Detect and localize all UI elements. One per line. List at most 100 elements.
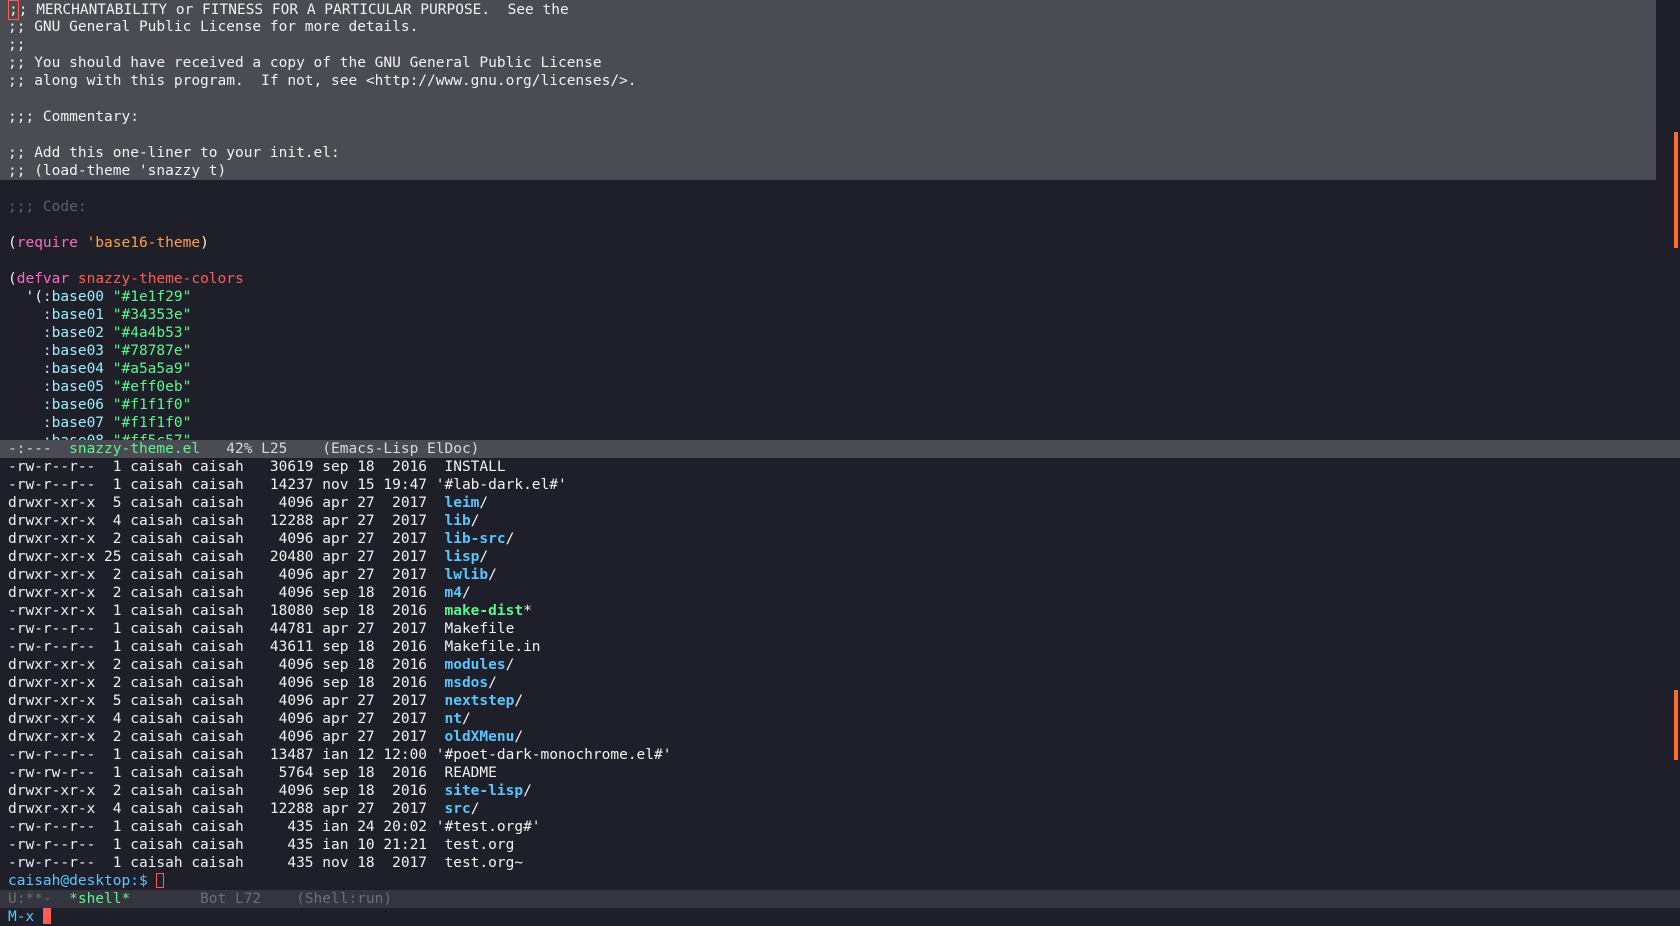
listing-filename[interactable]: oldXMenu	[436, 729, 514, 745]
code-line[interactable]: :base07 "#f1f1f0"	[0, 414, 1656, 432]
shell-modeline-buffer-name[interactable]: *shell*	[69, 891, 130, 907]
code-line[interactable]	[0, 90, 1656, 108]
listing-filename[interactable]: lib	[436, 513, 470, 529]
code-token: :base04	[42, 361, 105, 377]
listing-filename[interactable]: site-lisp	[436, 783, 523, 799]
code-window[interactable]: ;; MERCHANTABILITY or FITNESS FOR A PART…	[0, 0, 1680, 440]
listing-filename[interactable]: test.org~	[436, 855, 523, 871]
listing-row: -rw-r--r-- 1 caisah caisah 14237 nov 15 …	[0, 476, 1656, 494]
shell-prompt-line[interactable]: caisah@desktop:$	[0, 872, 1656, 890]
code-line[interactable]: ;; along with this program. If not, see …	[0, 72, 1656, 90]
listing-filename[interactable]: '#test.org#'	[436, 819, 541, 835]
code-modeline-modes[interactable]: (Emacs-Lisp ElDoc)	[322, 441, 479, 457]
listing-meta: drwxr-xr-x 2 caisah caisah 4096 apr 27 2…	[8, 531, 436, 547]
listing-meta: drwxr-xr-x 2 caisah caisah 4096 apr 27 2…	[8, 567, 436, 583]
listing-filename[interactable]: leim	[436, 495, 479, 511]
code-line[interactable]: ;;	[0, 36, 1656, 54]
shell-scrollbar[interactable]	[1674, 690, 1678, 760]
code-line[interactable]: ;;; Code:	[0, 198, 1656, 216]
code-line[interactable]	[0, 216, 1656, 234]
code-line[interactable]: :base02 "#4a4b53"	[0, 324, 1656, 342]
listing-filename[interactable]: Makefile.in	[436, 639, 540, 655]
listing-meta: drwxr-xr-x 2 caisah caisah 4096 sep 18 2…	[8, 675, 436, 691]
code-line[interactable]: :base06 "#f1f1f0"	[0, 396, 1656, 414]
listing-filename[interactable]: modules	[436, 657, 505, 673]
code-line[interactable]: :base03 "#78787e"	[0, 342, 1656, 360]
code-line[interactable]	[0, 126, 1656, 144]
code-line[interactable]: :base01 "#34353e"	[0, 306, 1656, 324]
minibuffer[interactable]: M-x	[0, 908, 1680, 926]
listing-row: -rw-rw-r-- 1 caisah caisah 5764 sep 18 2…	[0, 764, 1656, 782]
code-line[interactable]: :base04 "#a5a5a9"	[0, 360, 1656, 378]
listing-filename[interactable]: lisp	[436, 549, 479, 565]
code-line[interactable]: ;; MERCHANTABILITY or FITNESS FOR A PART…	[0, 0, 1656, 20]
code-line[interactable]: (defvar snazzy-theme-colors	[0, 270, 1656, 288]
listing-filename[interactable]: lib-src	[436, 531, 505, 547]
listing-suffix: /	[461, 711, 471, 727]
code-token: :base00	[42, 289, 105, 305]
listing-filename[interactable]: make-dist	[436, 603, 523, 619]
listing-filename[interactable]: nt	[436, 711, 461, 727]
listing-filename[interactable]: msdos	[436, 675, 488, 691]
listing-filename[interactable]: '#lab-dark.el#'	[436, 477, 567, 493]
code-line[interactable]	[0, 180, 1656, 198]
listing-row: -rw-r--r-- 1 caisah caisah 30619 sep 18 …	[0, 458, 1656, 476]
listing-meta: -rw-r--r-- 1 caisah caisah 14237 nov 15 …	[8, 477, 436, 493]
code-line[interactable]: (require 'base16-theme)	[0, 234, 1656, 252]
listing-filename[interactable]: m4	[436, 585, 461, 601]
code-line[interactable]: ;; You should have received a copy of th…	[0, 54, 1656, 72]
listing-suffix: /	[505, 531, 515, 547]
code-line[interactable]: :base08 "#ff5c57"	[0, 432, 1656, 440]
code-token: :base02	[42, 325, 105, 341]
listing-meta: -rwxr-xr-x 1 caisah caisah 18080 sep 18 …	[8, 603, 436, 619]
listing-filename[interactable]: test.org	[436, 837, 514, 853]
code-line[interactable]	[0, 252, 1656, 270]
listing-filename[interactable]: lwlib	[436, 567, 488, 583]
code-line[interactable]: ;;; Commentary:	[0, 108, 1656, 126]
code-line[interactable]: ;; GNU General Public License for more d…	[0, 18, 1656, 36]
code-line[interactable]: ;; Add this one-liner to your init.el:	[0, 144, 1656, 162]
code-scrollbar[interactable]	[1674, 132, 1678, 248]
code-line[interactable]: :base05 "#eff0eb"	[0, 378, 1656, 396]
shell-window[interactable]: -rw-r--r-- 1 caisah caisah 30619 sep 18 …	[0, 458, 1680, 890]
code-line[interactable]: '(:base00 "#1e1f29"	[0, 288, 1656, 306]
listing-filename[interactable]: Makefile	[436, 621, 514, 637]
listing-row: -rw-r--r-- 1 caisah caisah 43611 sep 18 …	[0, 638, 1656, 656]
listing-row: drwxr-xr-x 2 caisah caisah 4096 sep 18 2…	[0, 584, 1656, 602]
shell-modeline-modes[interactable]: (Shell:run)	[296, 891, 392, 907]
code-buffer[interactable]: ;; MERCHANTABILITY or FITNESS FOR A PART…	[0, 0, 1656, 440]
listing-filename[interactable]: '#poet-dark-monochrome.el#'	[436, 747, 672, 763]
code-modeline-buffer-name[interactable]: snazzy-theme.el	[69, 441, 200, 457]
listing-suffix: /	[514, 693, 524, 709]
listing-meta: -rw-r--r-- 1 caisah caisah 30619 sep 18 …	[8, 459, 436, 475]
shell-modeline: U:**- *shell* Bot L72 (Shell:run)	[0, 890, 1680, 908]
code-token: "#f1f1f0"	[112, 397, 192, 413]
listing-filename[interactable]: INSTALL	[436, 459, 505, 475]
code-token: "#ff5c57"	[113, 433, 192, 440]
listing-filename[interactable]: src	[436, 801, 470, 817]
shell-buffer[interactable]: -rw-r--r-- 1 caisah caisah 30619 sep 18 …	[0, 458, 1656, 890]
code-line[interactable]: ;; (load-theme 'snazzy t)	[0, 162, 1656, 180]
listing-meta: -rw-r--r-- 1 caisah caisah 43611 sep 18 …	[8, 639, 436, 655]
listing-filename[interactable]: nextstep	[436, 693, 514, 709]
listing-meta: drwxr-xr-x 25 caisah caisah 20480 apr 27…	[8, 549, 436, 565]
shell-modeline-position: Bot L72	[130, 891, 297, 907]
code-token: )	[200, 235, 209, 251]
listing-filename[interactable]: README	[436, 765, 496, 781]
listing-suffix: /	[488, 567, 497, 583]
code-token: :base06	[42, 397, 105, 413]
code-token: :base03	[42, 343, 105, 359]
listing-meta: drwxr-xr-x 4 caisah caisah 4096 apr 27 2…	[8, 711, 436, 727]
